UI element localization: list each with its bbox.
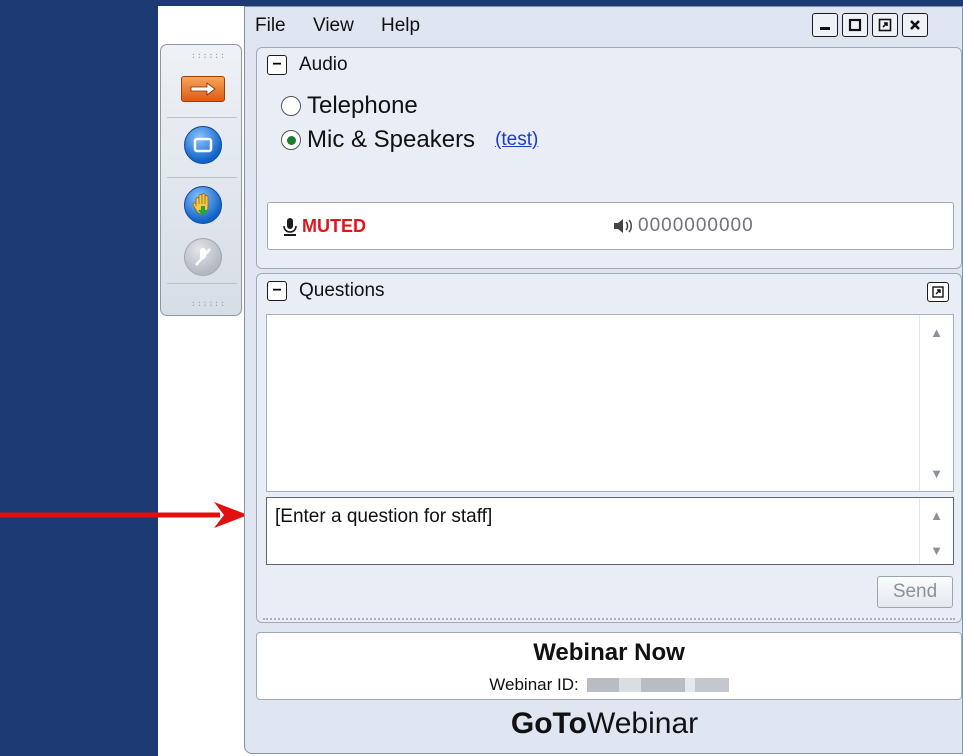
webinar-title: Webinar Now	[533, 639, 685, 666]
scroll-up-icon[interactable]: ▲	[930, 325, 943, 340]
audio-panel-title: Audio	[299, 54, 348, 75]
radio-label-telephone: Telephone	[307, 92, 418, 119]
questions-log[interactable]: ▲ ▼	[266, 314, 954, 492]
popout-icon[interactable]	[872, 13, 898, 37]
toolbar-divider	[167, 177, 237, 178]
muted-label: MUTED	[302, 216, 366, 236]
minimize-icon[interactable]	[812, 13, 838, 37]
popout-icon[interactable]	[927, 282, 949, 302]
speaker-level: 0000000000	[612, 215, 754, 237]
restore-icon[interactable]	[842, 13, 868, 37]
raise-hand-button[interactable]	[170, 185, 236, 225]
toolbar-divider	[167, 117, 237, 118]
menu-bar: File View Help	[245, 7, 963, 45]
red-arrow-annotation	[0, 502, 248, 528]
radio-button[interactable]	[281, 96, 301, 116]
mute-toggle-button[interactable]	[170, 237, 236, 277]
audio-test-link[interactable]: (test)	[495, 129, 538, 151]
radio-mic-speakers[interactable]: Mic & Speakers (test)	[281, 126, 538, 154]
redacted-webinar-id	[586, 678, 729, 692]
resize-grip[interactable]	[263, 618, 955, 620]
raise-hand-icon	[184, 186, 222, 224]
microphone-icon	[283, 217, 297, 236]
arrow-right-icon	[181, 76, 225, 102]
gotowebinar-logo: GoToWebinar	[510, 707, 699, 740]
audio-status-box: MUTED 0000000000	[267, 202, 954, 250]
menu-view[interactable]: View	[313, 15, 354, 37]
scroll-down-icon[interactable]: ▼	[930, 543, 943, 558]
send-button[interactable]: Send	[877, 576, 953, 608]
menu-file[interactable]: File	[255, 15, 286, 37]
questions-panel-title: Questions	[299, 280, 385, 301]
speaker-icon	[614, 219, 632, 233]
question-input[interactable]: [Enter a question for staff] ▲ ▼	[266, 497, 954, 565]
control-panel-toolbar: :::::: ::::::	[160, 44, 242, 316]
scroll-up-icon[interactable]: ▲	[930, 508, 943, 523]
scrollbar[interactable]: ▲ ▼	[919, 498, 953, 564]
toolbar-divider	[167, 283, 237, 284]
webinar-id-label: Webinar ID:	[489, 675, 579, 694]
question-input-placeholder: [Enter a question for staff]	[275, 506, 493, 527]
collapse-icon[interactable]: −	[267, 55, 287, 75]
close-icon[interactable]	[902, 13, 928, 37]
audio-panel: − Audio Telephone Mic & Speakers (test) …	[256, 47, 962, 269]
desktop-background	[0, 0, 158, 756]
drag-grip-icon[interactable]: ::::::	[191, 52, 225, 60]
mic-off-icon	[184, 238, 222, 276]
show-hide-panel-button[interactable]	[170, 69, 236, 109]
drag-grip-icon[interactable]: ::::::	[191, 300, 225, 308]
audio-panel-header: − Audio	[257, 48, 961, 82]
radio-label-mic-speakers: Mic & Speakers	[307, 126, 476, 153]
mic-status: MUTED	[282, 216, 366, 237]
questions-panel-header: − Questions	[257, 274, 961, 308]
gotowebinar-window: File View Help − Audio Telephone Mic & S…	[244, 6, 963, 754]
webinar-info: Webinar Now Webinar ID:	[256, 632, 962, 700]
window-controls	[812, 13, 928, 37]
webinar-id: Webinar ID:	[257, 675, 961, 695]
radio-button-selected[interactable]	[281, 130, 301, 150]
scroll-down-icon[interactable]: ▼	[930, 466, 943, 481]
screen-view-button[interactable]	[170, 125, 236, 165]
radio-telephone[interactable]: Telephone	[281, 92, 418, 120]
questions-panel: − Questions ▲ ▼ [Enter a question for st…	[256, 273, 962, 623]
screen-icon	[184, 126, 222, 164]
scrollbar[interactable]: ▲ ▼	[919, 315, 953, 491]
menu-help[interactable]: Help	[381, 15, 420, 37]
speaker-level-meter: 0000000000	[638, 215, 754, 236]
collapse-icon[interactable]: −	[267, 281, 287, 301]
